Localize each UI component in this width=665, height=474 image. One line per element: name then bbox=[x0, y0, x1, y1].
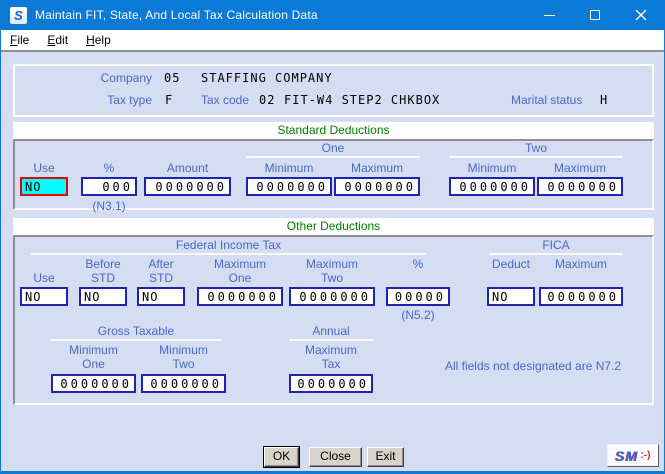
fit-after-std-field[interactable]: NO bbox=[137, 287, 185, 306]
title-bar: S Maintain FIT, State, And Local Tax Cal… bbox=[1, 0, 664, 30]
marital-status-value: H bbox=[600, 93, 608, 107]
sd-use-label: Use bbox=[20, 161, 68, 175]
close-dialog-button[interactable]: Close bbox=[309, 447, 362, 467]
menu-bar: File Edit Help bbox=[1, 30, 664, 52]
sd-one-max-label: Maximum bbox=[334, 161, 420, 175]
sd-two-max-field[interactable]: 0000000 bbox=[537, 177, 623, 196]
marital-status-label: Marital status bbox=[511, 93, 581, 107]
fica-maximum-field[interactable]: 0000000 bbox=[539, 287, 623, 306]
menu-edit[interactable]: Edit bbox=[38, 31, 77, 49]
company-code-value: 05 bbox=[164, 71, 180, 85]
close-button[interactable] bbox=[618, 0, 664, 30]
fit-use-label: Use bbox=[20, 271, 68, 285]
sd-use-field[interactable]: NO bbox=[20, 177, 68, 196]
minimize-button[interactable] bbox=[526, 0, 572, 30]
fica-maximum-label: Maximum bbox=[539, 257, 623, 271]
maximize-button[interactable] bbox=[572, 0, 618, 30]
fit-use-field[interactable]: NO bbox=[20, 287, 68, 306]
fica-group-underline bbox=[489, 253, 623, 255]
fit-group-underline bbox=[31, 253, 426, 255]
sd-one-min-label: Minimum bbox=[246, 161, 332, 175]
fields-format-note: All fields not designated are N7.2 bbox=[433, 359, 633, 373]
maximize-icon bbox=[590, 10, 600, 20]
company-name-value: STAFFING COMPANY bbox=[201, 71, 333, 85]
fit-percent-format-note: (N5.2) bbox=[386, 308, 450, 322]
group-one-underline bbox=[246, 156, 420, 158]
menu-file[interactable]: File bbox=[1, 31, 38, 49]
annual-max-tax-field[interactable]: 0000000 bbox=[289, 374, 373, 393]
annual-max-tax-label-line2: Tax bbox=[289, 357, 373, 371]
minimize-icon bbox=[544, 15, 555, 16]
fit-max-two-label-line1: Maximum bbox=[289, 257, 375, 271]
gross-min-two-field[interactable]: 0000000 bbox=[141, 374, 226, 393]
sd-one-max-field[interactable]: 0000000 bbox=[334, 177, 420, 196]
sd-amount-field[interactable]: 0000000 bbox=[144, 177, 231, 196]
exit-button[interactable]: Exit bbox=[367, 447, 404, 467]
app-icon-letter: S bbox=[14, 8, 23, 23]
app-icon: S bbox=[10, 7, 27, 24]
fit-max-two-label-line2: Two bbox=[289, 271, 375, 285]
caption-buttons bbox=[526, 0, 664, 30]
sm-logo-text: SM bbox=[616, 448, 639, 464]
tax-type-label: Tax type bbox=[61, 93, 152, 107]
annual-group-label: Annual bbox=[289, 324, 373, 338]
gross-min-one-field[interactable]: 0000000 bbox=[51, 374, 136, 393]
fit-before-std-field[interactable]: NO bbox=[79, 287, 127, 306]
fit-before-label-line1: Before bbox=[79, 257, 127, 271]
sd-one-min-field[interactable]: 0000000 bbox=[246, 177, 332, 196]
gross-min-two-label-line2: Two bbox=[141, 357, 226, 371]
annual-underline bbox=[289, 339, 373, 341]
sd-two-min-field[interactable]: 0000000 bbox=[449, 177, 535, 196]
tax-type-value: F bbox=[165, 93, 173, 107]
fit-after-label-line2: STD bbox=[137, 271, 185, 285]
dialog-window: S Maintain FIT, State, And Local Tax Cal… bbox=[0, 0, 665, 474]
tax-code-value: 02 bbox=[259, 93, 275, 107]
gross-min-one-label-line2: One bbox=[51, 357, 136, 371]
sd-two-min-label: Minimum bbox=[449, 161, 535, 175]
fica-group-label: FICA bbox=[489, 238, 623, 252]
sd-two-max-label: Maximum bbox=[537, 161, 623, 175]
tax-code-label: Tax code bbox=[201, 93, 251, 107]
standard-deductions-header: Standard Deductions bbox=[13, 122, 654, 139]
sd-percent-field[interactable]: 000 bbox=[81, 177, 137, 196]
sd-percent-format-note: (N3.1) bbox=[81, 199, 137, 213]
annual-max-tax-label-line1: Maximum bbox=[289, 343, 373, 357]
group-two-label: Two bbox=[449, 141, 623, 155]
tax-code-name-value: FIT-W4 STEP2 CHKBOX bbox=[284, 93, 440, 107]
fit-after-label-line1: After bbox=[137, 257, 185, 271]
fit-group-label: Federal Income Tax bbox=[31, 238, 426, 252]
group-one-label: One bbox=[246, 141, 420, 155]
gross-min-two-label-line1: Minimum bbox=[141, 343, 226, 357]
menu-help[interactable]: Help bbox=[77, 31, 120, 49]
other-deductions-header: Other Deductions bbox=[13, 218, 654, 235]
fit-max-two-field[interactable]: 0000000 bbox=[289, 287, 375, 306]
fica-deduct-label: Deduct bbox=[487, 257, 535, 271]
fit-percent-field[interactable]: 00000 bbox=[386, 287, 450, 306]
gross-taxable-group-label: Gross Taxable bbox=[51, 324, 221, 338]
ok-button[interactable]: OK bbox=[264, 447, 299, 467]
close-icon bbox=[635, 9, 647, 21]
fica-deduct-field[interactable]: NO bbox=[487, 287, 535, 306]
company-label: Company bbox=[61, 71, 152, 85]
fit-before-label-line2: STD bbox=[79, 271, 127, 285]
smiley-icon: :-) bbox=[641, 450, 651, 461]
sm-logo-badge: SM :-) bbox=[607, 444, 659, 467]
window-title: Maintain FIT, State, And Local Tax Calcu… bbox=[35, 8, 318, 22]
sd-percent-label: % bbox=[81, 161, 137, 175]
gross-taxable-underline bbox=[51, 339, 221, 341]
gross-min-one-label-line1: Minimum bbox=[51, 343, 136, 357]
group-two-underline bbox=[449, 156, 623, 158]
sd-amount-label: Amount bbox=[144, 161, 231, 175]
fit-max-one-field[interactable]: 0000000 bbox=[197, 287, 283, 306]
fit-max-one-label-line1: Maximum bbox=[197, 257, 283, 271]
fit-percent-label: % bbox=[386, 257, 450, 271]
fit-max-one-label-line2: One bbox=[197, 271, 283, 285]
